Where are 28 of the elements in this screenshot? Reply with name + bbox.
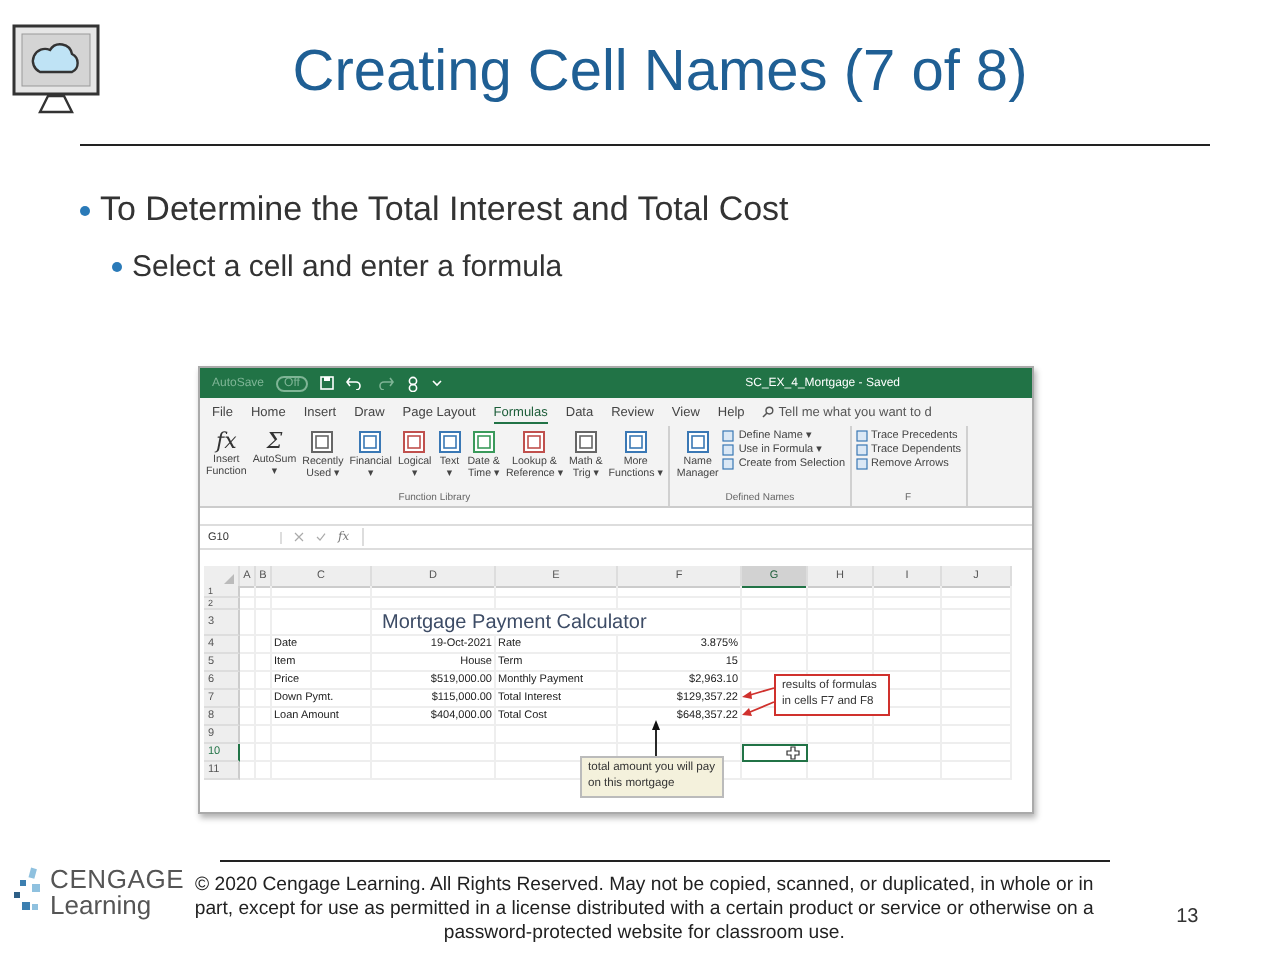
empty-cell xyxy=(808,654,874,672)
search-icon[interactable] xyxy=(762,406,775,418)
callout-arrow xyxy=(652,720,660,757)
empty-cell xyxy=(742,726,808,744)
empty-cell xyxy=(742,762,808,780)
bullet-icon xyxy=(80,205,90,215)
empty-cell xyxy=(808,744,874,762)
copyright-notice: © 2020 Cengage Learning. All Rights Reserved. May not be copied, scanned, or duplicated, in whole or in part, except for use as permitted in a license distributed with a certain product or service or otherwise on a password-protected website for classroom use. xyxy=(192,874,1096,948)
function-glyph: Σ xyxy=(266,428,283,454)
selected-cell[interactable] xyxy=(742,744,808,762)
empty-cell xyxy=(874,654,942,672)
empty-cell xyxy=(742,654,808,672)
page-number: 13 xyxy=(1176,906,1199,928)
sheet-title: Mortgage Payment Calculator xyxy=(380,612,647,634)
function-glyph: fx xyxy=(216,428,237,454)
slide-title: Creating Cell Names (7 of 8) xyxy=(290,37,1030,105)
undo-icon[interactable] xyxy=(345,376,364,390)
empty-cell xyxy=(808,726,874,744)
bullet-text: To Determine the Total Interest and Total Cost xyxy=(100,190,789,230)
empty-cell xyxy=(808,762,874,780)
monitor-cloud-icon xyxy=(12,24,100,116)
logo-text: Learning xyxy=(50,892,154,918)
bullet-icon xyxy=(112,262,122,272)
bullet-text: Select a cell and enter a formula xyxy=(132,250,563,284)
dropdown-icon[interactable] xyxy=(431,378,442,388)
logo-text: CENGAGE xyxy=(50,866,185,892)
save-icon[interactable] xyxy=(319,376,334,390)
cursor-icon xyxy=(786,746,800,760)
